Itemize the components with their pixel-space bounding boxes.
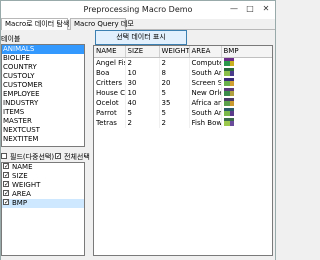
grid-cell: Screen Sa... (189, 77, 222, 88)
select-all-row[interactable]: ✓ 전체선택 (55, 152, 90, 162)
bmp-image-icon (223, 87, 234, 96)
bmp-image-icon (223, 97, 234, 106)
grid-cell: 10 (125, 67, 160, 78)
bmp-image-icon (223, 67, 234, 76)
bmp-thumbnail-cell (221, 67, 272, 78)
field-label: AREA (12, 190, 31, 198)
grid-cell: Critters (94, 77, 126, 88)
grid-cell: 2 (159, 117, 190, 128)
bmp-image-icon (223, 77, 234, 86)
field-list-item[interactable]: ✓ WEIGHT (2, 181, 84, 190)
grid-cell: Africa and... (189, 97, 222, 108)
grid-cell: 35 (159, 97, 190, 108)
field-list-item[interactable]: ✓ NAME (2, 163, 84, 172)
table-row[interactable]: Critters3020Screen Sa... (94, 77, 272, 88)
field-label: NAME (12, 163, 33, 171)
table-list-item[interactable]: ITEMS (2, 108, 84, 117)
grid-cell: Boa (94, 67, 126, 78)
table-list-item[interactable]: EMPLOYEE (2, 90, 84, 99)
table-row[interactable]: Ocelot4035Africa and... (94, 97, 272, 108)
grid-column-header[interactable]: NAME (94, 46, 126, 58)
table-list-item[interactable]: NEXTCUST (2, 126, 84, 135)
grid-cell: House Cat (94, 87, 126, 98)
grid-cell: 5 (125, 107, 160, 118)
table-row[interactable]: Parrot55South Am... (94, 107, 272, 118)
table-list-item[interactable]: MASTER (2, 117, 84, 126)
grid-cell: 5 (159, 107, 190, 118)
title-bar: Preprocessing Macro Demo — □ ✕ (1, 1, 275, 19)
grid-cell: Tetras (94, 117, 126, 128)
field-multiselect-checkbox[interactable] (1, 153, 7, 159)
table-row[interactable]: Boa108South Am... (94, 67, 272, 78)
select-all-checkbox[interactable]: ✓ (55, 153, 61, 160)
bmp-thumbnail-cell (221, 77, 272, 88)
grid-cell: 20 (159, 77, 190, 88)
field-checkbox[interactable]: ✓ (3, 181, 9, 188)
close-icon[interactable]: ✕ (259, 3, 273, 15)
tab-panel: 테이블 ANIMALS BIOLIFE COUNTRY CUSTOLY CUSTOMER… (1, 30, 275, 260)
grid-cell: 8 (159, 67, 190, 78)
field-list-item[interactable]: ✓ AREA (2, 190, 84, 199)
table-row[interactable]: House Cat105New Orle... (94, 87, 272, 98)
maximize-icon[interactable]: □ (243, 3, 257, 15)
field-list-item[interactable]: ✓ SIZE (2, 172, 84, 181)
minimize-icon[interactable]: — (227, 3, 241, 15)
bmp-image-icon (223, 57, 234, 66)
table-list-item[interactable]: COUNTRY (2, 63, 84, 72)
table-list-item[interactable]: BIOLIFE (2, 54, 84, 63)
tab-strip: Macro로 데이터 탐색 데모 Macro Query 데모 (1, 18, 275, 31)
bmp-thumbnail-cell (221, 97, 272, 108)
grid-cell: Parrot (94, 107, 126, 118)
select-all-label: 전체선택 (64, 153, 90, 161)
bmp-image-icon (223, 107, 234, 116)
grid-cell: Angel Fish (94, 57, 126, 68)
grid-cell: New Orle... (189, 87, 222, 98)
grid-cell: South Am... (189, 107, 222, 118)
field-list-label: 필드(다중선택) (1, 152, 54, 162)
field-list-item[interactable]: ✓ BMP (2, 199, 84, 208)
grid-cell: 30 (125, 77, 160, 88)
bmp-image-icon (223, 117, 234, 126)
field-checkbox[interactable]: ✓ (3, 199, 9, 206)
app-window: Preprocessing Macro Demo — □ ✕ Macro로 데이… (0, 0, 276, 260)
table-listbox[interactable]: ANIMALS BIOLIFE COUNTRY CUSTOLY CUSTOMER EMPL… (1, 44, 85, 147)
field-checkbox[interactable]: ✓ (3, 172, 9, 179)
grid-column-header[interactable]: SIZE (125, 46, 160, 58)
field-label: WEIGHT (12, 181, 41, 189)
field-checkbox[interactable]: ✓ (3, 163, 9, 170)
table-list-item[interactable]: ANIMALS (2, 45, 84, 54)
table-row[interactable]: Tetras22Fish Bowls (94, 117, 272, 128)
grid-cell: 2 (125, 57, 160, 68)
bmp-thumbnail-cell (221, 107, 272, 118)
grid-cell: 2 (125, 117, 160, 128)
grid-cell: 10 (125, 87, 160, 98)
bmp-thumbnail-cell (221, 117, 272, 128)
grid-column-header[interactable]: WEIGHT (159, 46, 190, 58)
tab-macro-query[interactable]: Macro Query 데모 (70, 18, 134, 30)
field-label: BMP (12, 199, 28, 207)
field-checkbox[interactable]: ✓ (3, 190, 9, 197)
grid-column-header[interactable]: BMP (221, 46, 272, 58)
grid-cell: South Am... (189, 67, 222, 78)
table-list-label: 테이블 (1, 35, 21, 43)
field-label: SIZE (12, 172, 28, 180)
grid-cell: 5 (159, 87, 190, 98)
grid-cell: Computer... (189, 57, 222, 68)
field-checklist[interactable]: ✓ NAME ✓ SIZE ✓ WEIGHT ✓ AREA ✓ BMP (1, 162, 85, 256)
bmp-thumbnail-cell (221, 57, 272, 68)
grid-cell: Fish Bowls (189, 117, 222, 128)
grid-cell: Ocelot (94, 97, 126, 108)
table-list-item[interactable]: NEXTITEM (2, 135, 84, 144)
data-grid[interactable]: NAMESIZEWEIGHTAREABMP Angel Fish22Comput… (93, 45, 273, 256)
table-row[interactable]: Angel Fish22Computer... (94, 57, 272, 68)
grid-cell: 40 (125, 97, 160, 108)
table-list-item[interactable]: CUSTOLY (2, 72, 84, 81)
table-list-item[interactable]: INDUSTRY (2, 99, 84, 108)
show-selected-button[interactable]: 선택 데이터 표시 (95, 30, 187, 45)
grid-cell: 2 (159, 57, 190, 68)
table-list-item[interactable]: CUSTOMER (2, 81, 84, 90)
bmp-thumbnail-cell (221, 87, 272, 98)
grid-column-header[interactable]: AREA (189, 46, 222, 58)
